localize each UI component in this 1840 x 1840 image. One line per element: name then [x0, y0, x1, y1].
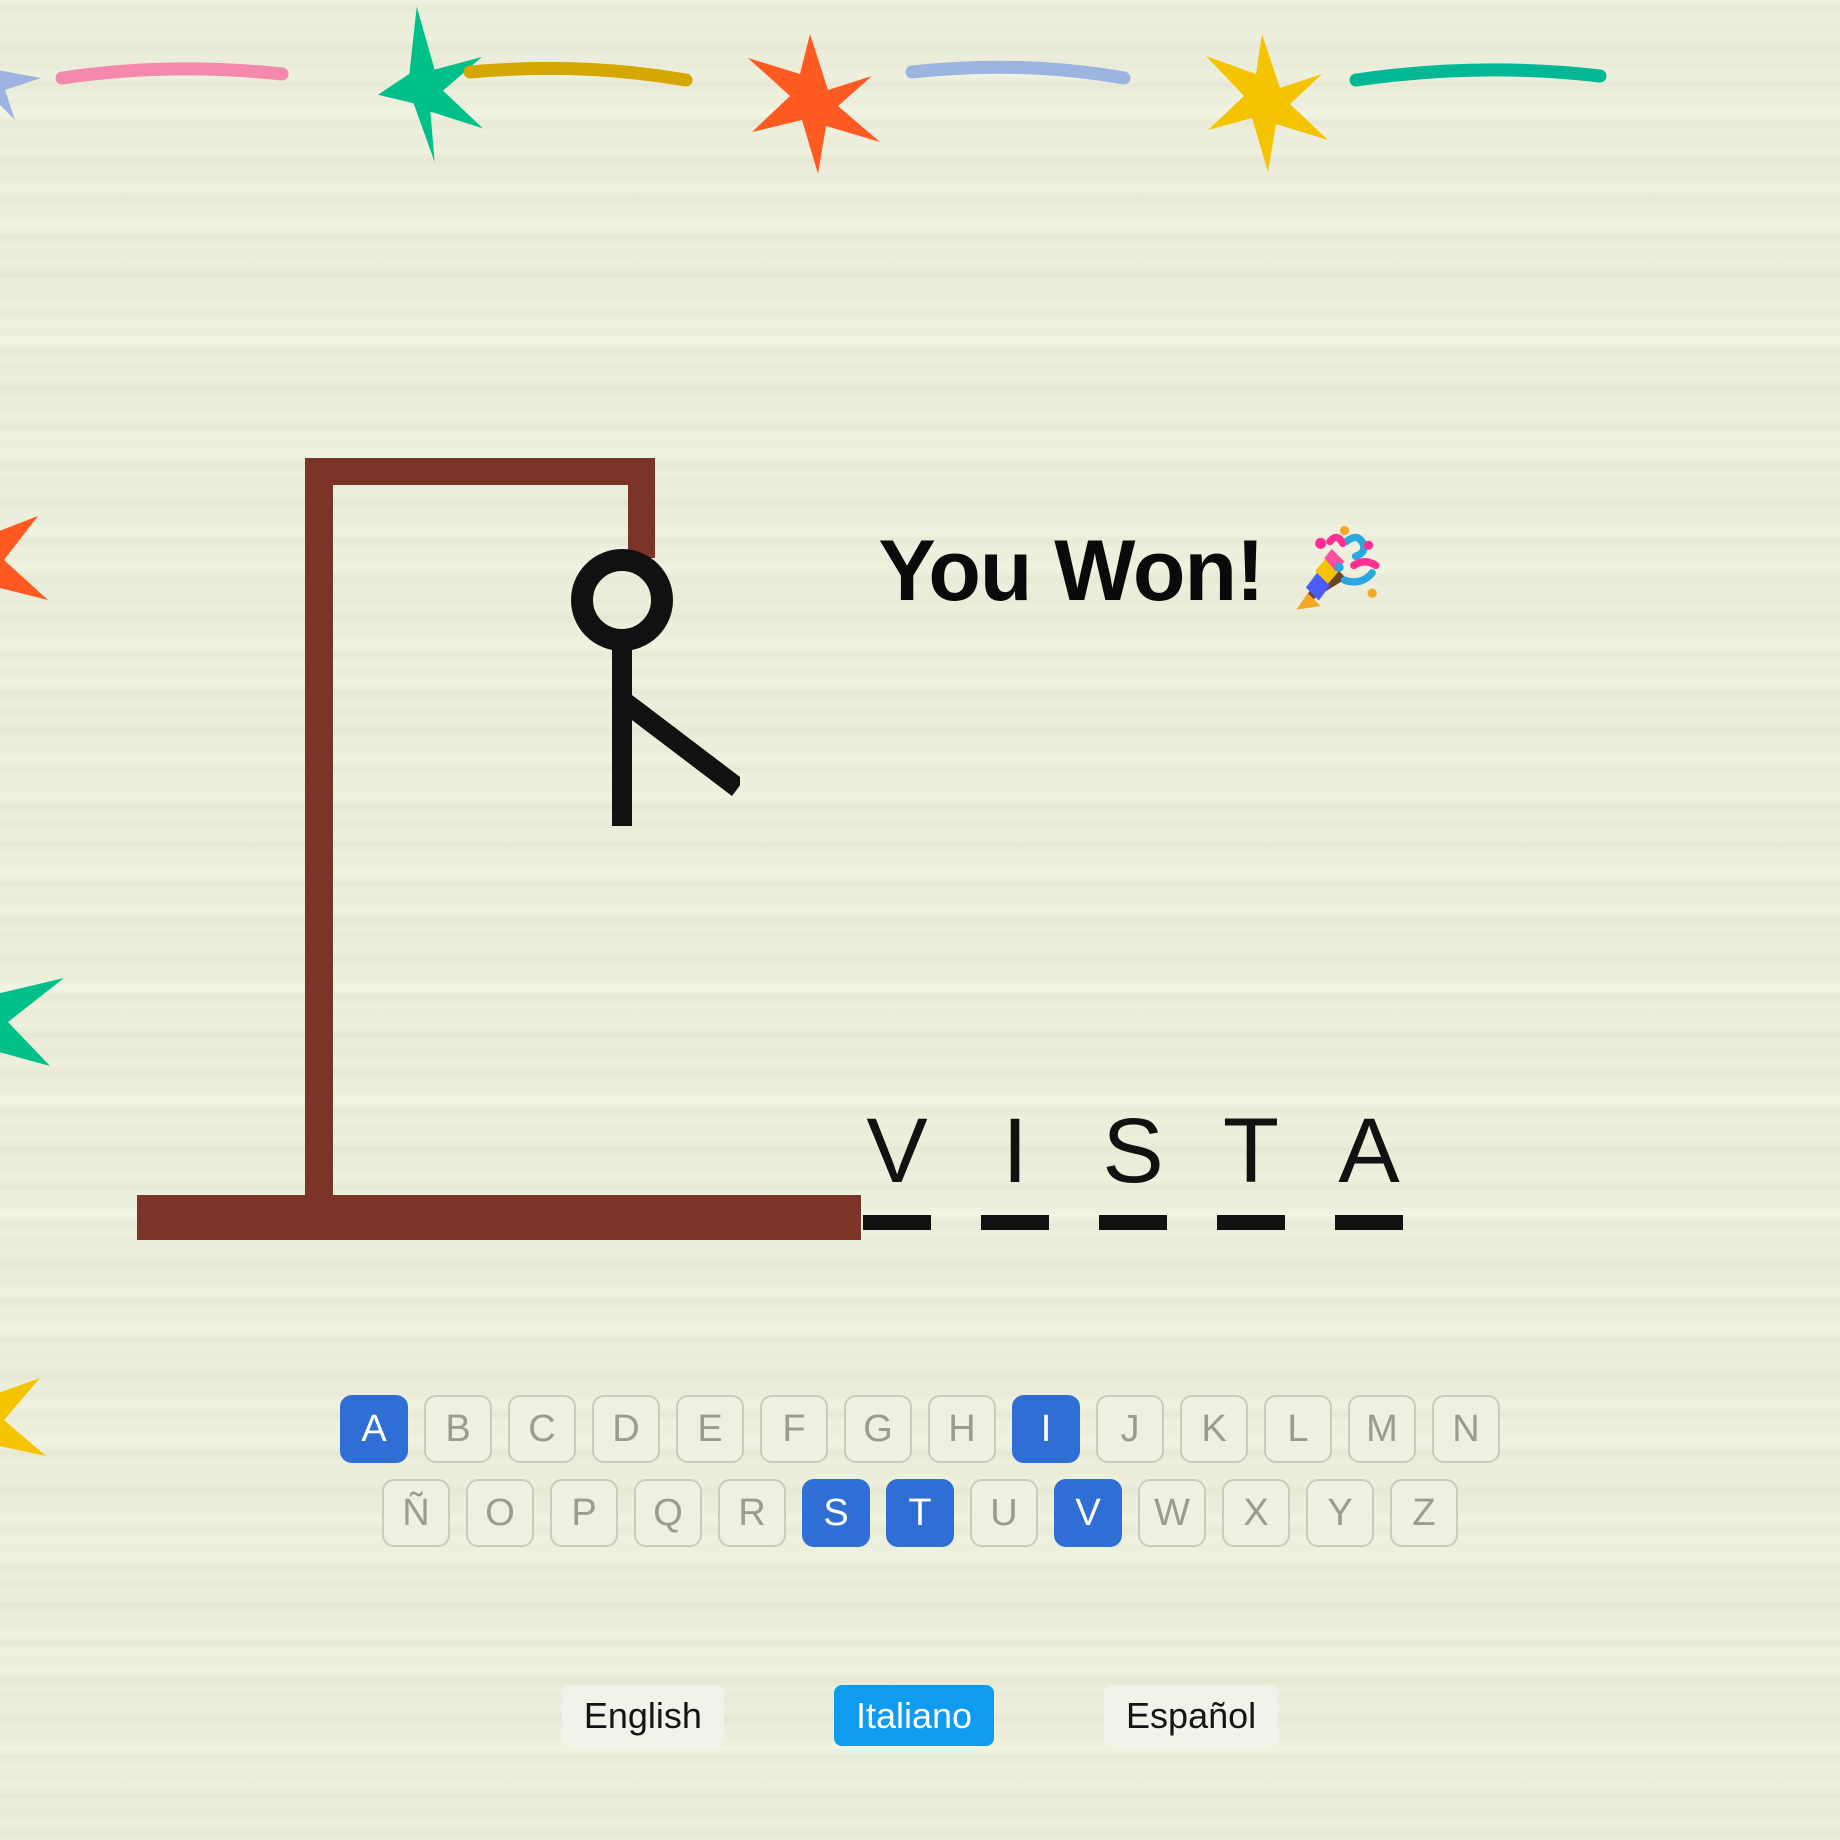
key-d[interactable]: D: [592, 1395, 660, 1463]
key-ñ[interactable]: Ñ: [382, 1479, 450, 1547]
key-h[interactable]: H: [928, 1395, 996, 1463]
word-letter-underline: [981, 1215, 1049, 1230]
word-letter: T: [1222, 1100, 1280, 1202]
key-r[interactable]: R: [718, 1479, 786, 1547]
key-k[interactable]: K: [1180, 1395, 1248, 1463]
word-slot: I: [956, 1105, 1074, 1230]
key-b[interactable]: B: [424, 1395, 492, 1463]
word-letter: I: [1002, 1100, 1028, 1202]
key-s[interactable]: S: [802, 1479, 870, 1547]
key-j[interactable]: J: [1096, 1395, 1164, 1463]
key-z[interactable]: Z: [1390, 1479, 1458, 1547]
key-u[interactable]: U: [970, 1479, 1038, 1547]
key-f[interactable]: F: [760, 1395, 828, 1463]
word-slot: A: [1310, 1105, 1428, 1230]
key-x[interactable]: X: [1222, 1479, 1290, 1547]
result-message: You Won!: [878, 523, 1264, 619]
word-letter: S: [1102, 1100, 1164, 1202]
stick-figure: [571, 549, 740, 826]
word-letter: A: [1338, 1100, 1400, 1202]
key-e[interactable]: E: [676, 1395, 744, 1463]
key-row: ÑOPQRSTUVWXYZ: [0, 1479, 1840, 1547]
key-y[interactable]: Y: [1306, 1479, 1374, 1547]
word-slot: S: [1074, 1105, 1192, 1230]
key-n[interactable]: N: [1432, 1395, 1500, 1463]
key-w[interactable]: W: [1138, 1479, 1206, 1547]
language-button-italiano[interactable]: Italiano: [833, 1685, 995, 1747]
key-i[interactable]: I: [1012, 1395, 1080, 1463]
figure-arm: [615, 692, 740, 796]
key-p[interactable]: P: [550, 1479, 618, 1547]
word-slot: T: [1192, 1105, 1310, 1230]
key-c[interactable]: C: [508, 1395, 576, 1463]
word-slot: V: [838, 1105, 956, 1230]
language-selector: English Italiano Español: [0, 1685, 1840, 1747]
language-button-español[interactable]: Español: [1104, 1685, 1279, 1747]
word-letter-underline: [1217, 1215, 1285, 1230]
party-popper-icon: [1296, 525, 1380, 610]
key-m[interactable]: M: [1348, 1395, 1416, 1463]
key-g[interactable]: G: [844, 1395, 912, 1463]
key-v[interactable]: V: [1054, 1479, 1122, 1547]
key-row: ABCDEFGHIJKLMN: [0, 1395, 1840, 1463]
letter-keyboard: ABCDEFGHIJKLMN ÑOPQRSTUVWXYZ: [0, 1395, 1840, 1563]
language-button-english[interactable]: English: [561, 1685, 724, 1747]
gallows-top-beam: [305, 458, 655, 485]
key-a[interactable]: A: [340, 1395, 408, 1463]
key-t[interactable]: T: [886, 1479, 954, 1547]
result-banner: You Won!: [878, 525, 1381, 617]
key-q[interactable]: Q: [634, 1479, 702, 1547]
figure-head: [571, 549, 673, 651]
word-letter: V: [866, 1100, 928, 1202]
gallows-base: [137, 1195, 861, 1240]
gallows-post: [305, 458, 333, 1240]
key-o[interactable]: O: [466, 1479, 534, 1547]
key-l[interactable]: L: [1264, 1395, 1332, 1463]
word-letter-underline: [1335, 1215, 1403, 1230]
word-letter-underline: [1099, 1215, 1167, 1230]
word-display: VISTA: [838, 1105, 1428, 1230]
gallows-rope: [628, 458, 655, 558]
word-letter-underline: [863, 1215, 931, 1230]
